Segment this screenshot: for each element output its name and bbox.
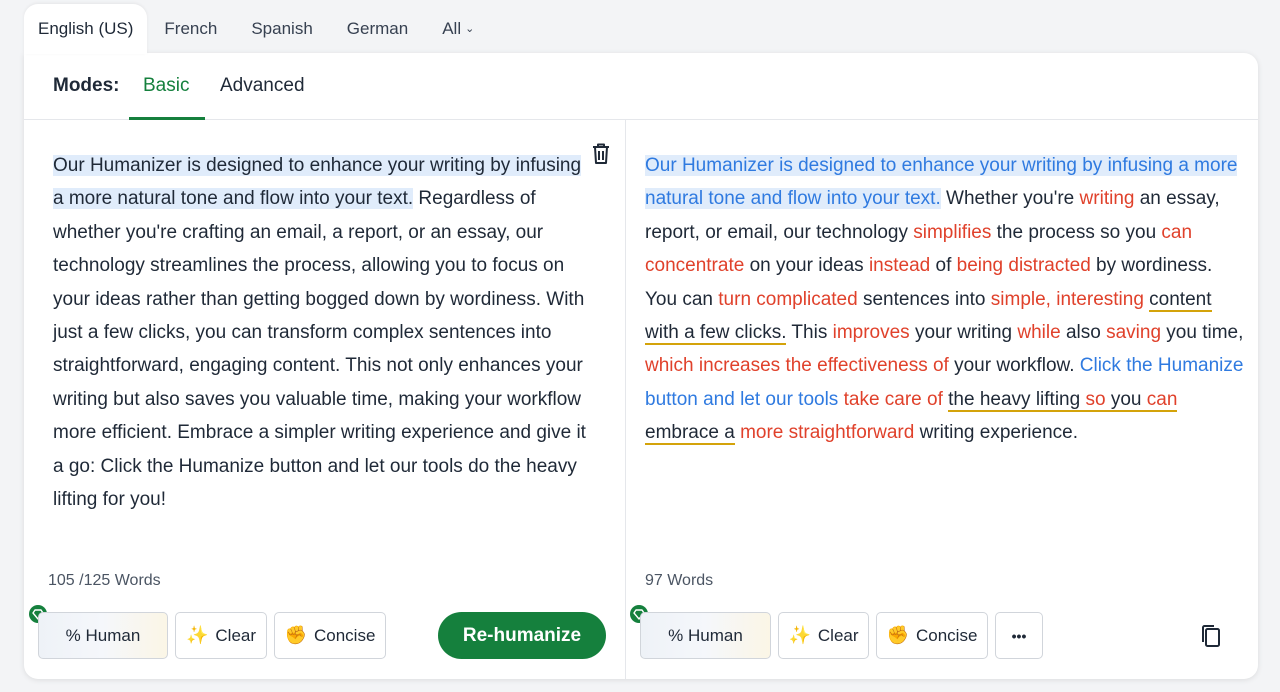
concise-button-label: Concise: [916, 625, 978, 645]
modes-bar: Modes: Basic Advanced: [24, 53, 1258, 120]
output-segment: instead: [868, 255, 931, 277]
clear-button[interactable]: ✨ Clear: [778, 612, 869, 659]
tab-english-us[interactable]: English (US): [24, 4, 148, 54]
rehumanize-button-label: Re-humanize: [462, 624, 582, 646]
output-segment: your workflow.: [948, 355, 1080, 377]
output-segment: your writing: [909, 322, 1018, 344]
output-segment: you: [1105, 388, 1147, 412]
tab-label: All: [442, 19, 462, 38]
output-segment: writing: [1079, 188, 1135, 210]
copy-icon[interactable]: [1199, 623, 1223, 649]
concise-button-label: Concise: [314, 625, 376, 645]
sparkle-icon: ✨: [788, 625, 811, 645]
clear-button[interactable]: ✨ Clear: [175, 612, 267, 659]
human-button-label: % Human: [65, 625, 141, 645]
output-segment: more straightforward: [740, 422, 915, 444]
output-segment: on your ideas: [744, 255, 869, 277]
mode-tab-basic[interactable]: Basic: [143, 75, 189, 97]
tab-german[interactable]: German: [330, 4, 425, 54]
fist-icon: ✊: [284, 625, 307, 645]
fist-icon: ✊: [886, 625, 909, 645]
output-segment: sentences into: [857, 288, 991, 310]
human-score-button[interactable]: % Human: [38, 612, 168, 659]
more-options-button[interactable]: •••: [995, 612, 1043, 659]
input-text: Regardless of whether you're crafting an…: [53, 188, 586, 511]
output-segment: improves: [832, 322, 910, 344]
output-segment: simplifies: [913, 221, 992, 243]
sparkle-icon: ✨: [185, 625, 209, 645]
modes-label: Modes:: [53, 75, 120, 96]
output-segment: the process so you: [991, 221, 1162, 243]
output-segment: being distracted: [956, 255, 1091, 277]
tab-label: German: [346, 19, 409, 38]
output-segment: take care of: [843, 388, 943, 410]
human-score-button[interactable]: % Human: [640, 612, 771, 659]
concise-button[interactable]: ✊ Concise: [876, 612, 988, 659]
output-segment: also: [1060, 322, 1107, 344]
output-word-count: 97 Words: [645, 572, 714, 589]
input-word-count: 105 /125 Words: [48, 572, 161, 589]
output-segment: writing experience.: [914, 422, 1078, 444]
mode-tab-advanced[interactable]: Advanced: [220, 75, 305, 97]
output-segment: saving: [1106, 322, 1162, 344]
output-segment: so: [1085, 388, 1106, 412]
output-segment: can: [1146, 388, 1178, 412]
tab-label: Spanish: [251, 19, 313, 38]
chevron-down-icon: ⌄: [465, 22, 475, 35]
output-segment: simple, interesting: [990, 288, 1144, 310]
output-segment: you time,: [1161, 322, 1244, 344]
clear-button-label: Clear: [215, 625, 257, 645]
tab-label: English (US): [38, 19, 134, 38]
output-segment: which increases the effectiveness of: [645, 355, 949, 377]
output-segment: Whether you're: [940, 188, 1080, 210]
clear-button-label: Clear: [817, 625, 859, 645]
output-segment: the heavy lifting: [948, 388, 1086, 412]
human-button-label: % Human: [668, 625, 743, 645]
output-segment: turn complicated: [718, 288, 858, 310]
more-options-label: •••: [1011, 627, 1027, 644]
tab-french[interactable]: French: [147, 4, 234, 54]
concise-button[interactable]: ✊ Concise: [274, 612, 386, 659]
rehumanize-button[interactable]: Re-humanize: [438, 612, 606, 659]
output-segment: embrace a: [645, 422, 735, 446]
active-mode-indicator: [129, 117, 205, 120]
pane-divider: [625, 120, 626, 679]
output-text-area: Our Humanizer is designed to enhance you…: [645, 149, 1245, 450]
tab-all[interactable]: All ⌄: [425, 4, 491, 54]
trash-icon[interactable]: [589, 141, 613, 167]
output-segment: while: [1017, 322, 1061, 344]
humanizer-card: Modes: Basic Advanced Our Humanizer is d…: [24, 53, 1258, 679]
output-segment: of: [930, 255, 957, 277]
tab-spanish[interactable]: Spanish: [234, 4, 329, 54]
output-segment: This: [786, 322, 833, 344]
input-text-area[interactable]: Our Humanizer is designed to enhance you…: [53, 149, 593, 516]
language-tabs: English (US) French Spanish German All ⌄: [24, 4, 491, 54]
tab-label: French: [164, 19, 218, 38]
